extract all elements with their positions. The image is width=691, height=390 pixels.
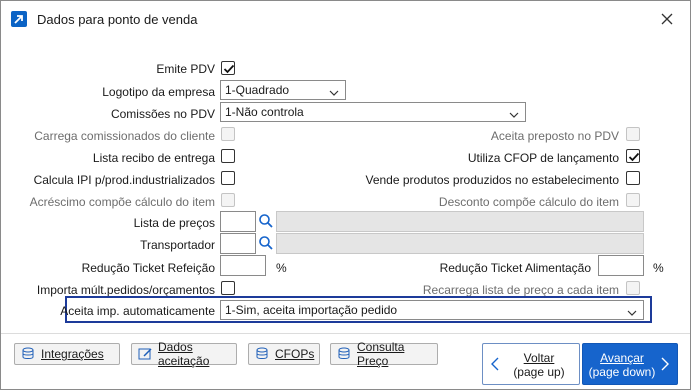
carrega-comissionados-label: Carrega comissionados do cliente: [34, 129, 215, 143]
dados-aceitacao-button[interactable]: Dados aceitação: [131, 340, 237, 368]
integracoes-label: Integrações: [41, 347, 104, 361]
aceita-imp-label: Aceita imp. automaticamente: [60, 304, 215, 318]
desconto-checkbox[interactable]: [626, 193, 640, 207]
utiliza-cfop-checkbox[interactable]: [626, 149, 640, 163]
logotipo-select[interactable]: 1-Quadrado: [220, 80, 346, 100]
emite-pdv-checkbox[interactable]: [221, 61, 235, 75]
transportador-description: [276, 233, 644, 254]
acrescimo-checkbox[interactable]: [221, 193, 235, 207]
aceita-preposto-checkbox[interactable]: [626, 127, 640, 141]
search-icon[interactable]: [258, 235, 274, 251]
back-label: Voltar: [523, 351, 555, 365]
window-title: Dados para ponto de venda: [37, 12, 198, 27]
arrow-up-right-icon: [11, 11, 27, 27]
recarrega-lista-checkbox[interactable]: [626, 281, 640, 295]
next-button[interactable]: Avançar (page down): [582, 343, 678, 385]
logotipo-label: Logotipo da empresa: [102, 85, 215, 99]
chevron-right-icon: [661, 357, 669, 374]
logotipo-value: 1-Quadrado: [225, 83, 290, 97]
vende-produtos-label: Vende produtos produzidos no estabelecim…: [365, 173, 619, 187]
aceita-preposto-label: Aceita preposto no PDV: [490, 129, 619, 143]
reducao-alimentacao-unit: %: [653, 261, 664, 275]
comissoes-select[interactable]: 1-Não controla: [220, 102, 526, 122]
dialog-window: Dados para ponto de venda Emite PDV Logo…: [0, 0, 691, 390]
lista-precos-description: [276, 211, 644, 232]
transportador-code-input[interactable]: [220, 233, 256, 254]
lista-precos-code-input[interactable]: [220, 211, 256, 232]
calcula-ipi-label: Calcula IPI p/prod.industrializados: [33, 173, 215, 187]
next-hint: (page down): [588, 365, 656, 379]
utiliza-cfop-label: Utiliza CFOP de lançamento: [467, 151, 619, 165]
database-icon: [255, 347, 271, 361]
aceita-imp-value: 1-Sim, aceita importação pedido: [225, 303, 398, 317]
integracoes-button[interactable]: Integrações: [14, 343, 120, 365]
reducao-alimentacao-label: Redução Ticket Alimentação: [439, 261, 591, 275]
reducao-refeicao-label: Redução Ticket Refeição: [81, 261, 215, 275]
lista-recibo-checkbox[interactable]: [221, 149, 235, 163]
lista-recibo-label: Lista recibo de entrega: [92, 151, 215, 165]
chevron-down-icon: [627, 306, 637, 320]
emite-pdv-label: Emite PDV: [156, 62, 215, 76]
recarrega-lista-label: Recarrega lista de preço a cada item: [422, 283, 619, 297]
search-icon[interactable]: [258, 213, 274, 229]
chevron-down-icon: [509, 108, 519, 122]
comissoes-value: 1-Não controla: [225, 105, 304, 119]
transportador-label: Transportador: [140, 238, 215, 252]
footer-divider: [1, 333, 690, 334]
chevron-left-icon: [491, 357, 499, 374]
back-button[interactable]: Voltar (page up): [482, 343, 580, 385]
chevron-down-icon: [329, 86, 339, 100]
close-icon[interactable]: [658, 10, 676, 28]
consulta-preco-label: Consulta Preço: [357, 340, 405, 368]
consulta-preco-button[interactable]: Consulta Preço: [330, 340, 438, 368]
reducao-refeicao-unit: %: [276, 261, 287, 275]
carrega-comissionados-checkbox[interactable]: [221, 127, 235, 141]
back-hint: (page up): [513, 365, 565, 379]
database-icon: [21, 347, 37, 361]
comissoes-label: Comissões no PDV: [110, 107, 215, 121]
reducao-alimentacao-input[interactable]: [598, 255, 644, 276]
importa-mult-label: Importa múlt.pedidos/orçamentos: [36, 283, 215, 297]
acrescimo-label: Acréscimo compõe cálculo do item: [29, 195, 215, 209]
lista-precos-label: Lista de preços: [133, 216, 215, 230]
edit-icon: [138, 347, 154, 361]
desconto-label: Desconto compõe cálculo do item: [438, 195, 619, 209]
next-label: Avançar: [600, 351, 644, 365]
cfops-label: CFOPs: [275, 347, 315, 361]
vende-produtos-checkbox[interactable]: [626, 171, 640, 185]
cfops-button[interactable]: CFOPs: [248, 343, 320, 365]
database-icon: [337, 347, 353, 361]
calcula-ipi-checkbox[interactable]: [221, 171, 235, 185]
title-bar: Dados para ponto de venda: [1, 1, 690, 37]
reducao-refeicao-input[interactable]: [220, 255, 266, 276]
importa-mult-checkbox[interactable]: [221, 281, 235, 295]
aceita-imp-select[interactable]: 1-Sim, aceita importação pedido: [220, 300, 644, 320]
dados-aceitacao-label: Dados aceitação: [158, 340, 210, 368]
